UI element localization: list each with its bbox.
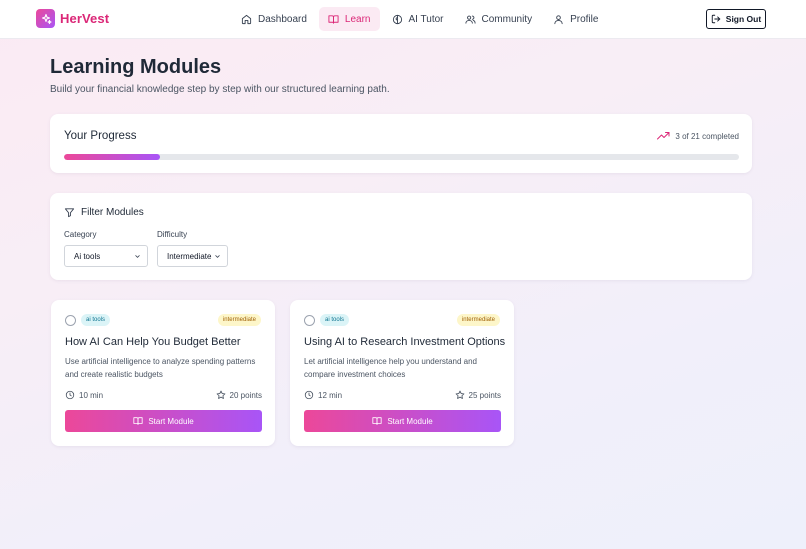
module-title: Using AI to Research Investment Options xyxy=(304,336,506,348)
sign-out-label: Sign Out xyxy=(725,14,762,24)
filter-title: Filter Modules xyxy=(64,207,144,218)
trending-up-icon xyxy=(657,132,670,140)
progress-status: 3 of 21 completed xyxy=(657,131,739,141)
users-icon xyxy=(464,15,476,24)
start-module-button[interactable]: Start Module xyxy=(304,410,501,432)
nav-label-profile: Profile xyxy=(570,13,599,25)
nav-item-learn[interactable]: Learn xyxy=(318,7,380,31)
difficulty-select[interactable]: Intermediate xyxy=(157,245,228,267)
sparkle-icon xyxy=(36,9,55,28)
book-icon xyxy=(328,14,339,24)
start-module-button[interactable]: Start Module xyxy=(65,410,262,432)
main-nav: Dashboard Learn AI Tutor Community Profi… xyxy=(232,7,610,31)
module-duration: 12 min xyxy=(304,390,342,400)
progress-card: Your Progress 3 of 21 completed xyxy=(50,114,752,173)
clock-icon xyxy=(65,390,75,400)
brand-logo[interactable]: HerVest xyxy=(36,9,109,28)
module-points-text: 25 points xyxy=(468,390,501,400)
module-description: Let artificial intelligence help you und… xyxy=(304,357,478,379)
page-title: Learning Modules xyxy=(50,56,222,78)
category-select[interactable]: Ai tools xyxy=(64,245,148,267)
sign-out-button[interactable]: Sign Out xyxy=(706,9,766,29)
filter-card: Filter Modules Category Ai tools Difficu… xyxy=(50,193,752,280)
start-module-label: Start Module xyxy=(387,416,433,426)
nav-label-learn: Learn xyxy=(344,13,371,25)
nav-label-dashboard: Dashboard xyxy=(258,13,307,25)
home-icon xyxy=(241,14,252,24)
brand-name: HerVest xyxy=(60,11,110,26)
module-duration: 10 min xyxy=(65,390,103,400)
nav-item-dashboard[interactable]: Dashboard xyxy=(232,7,316,31)
clock-icon xyxy=(304,390,314,400)
progress-bar-fill xyxy=(64,154,161,160)
nav-item-profile[interactable]: Profile xyxy=(544,7,607,31)
book-icon xyxy=(133,417,143,425)
filter-title-text: Filter Modules xyxy=(81,207,144,218)
module-duration-text: 12 min xyxy=(318,390,343,400)
progress-title: Your Progress xyxy=(64,130,137,142)
brain-icon xyxy=(392,14,402,24)
start-module-label: Start Module xyxy=(148,416,194,426)
module-meta: 10 min 20 points xyxy=(65,390,262,400)
progress-status-text: 3 of 21 completed xyxy=(675,131,739,141)
category-select-value: Ai tools xyxy=(74,251,101,261)
nav-item-community[interactable]: Community xyxy=(456,7,542,31)
book-icon xyxy=(372,417,382,425)
module-meta: 12 min 25 points xyxy=(304,390,501,400)
difficulty-badge: intermediate xyxy=(456,314,500,326)
nav-item-ai-tutor[interactable]: AI Tutor xyxy=(383,7,453,31)
filter-icon xyxy=(64,208,75,218)
chevron-down-icon xyxy=(135,254,140,258)
nav-label-community: Community xyxy=(481,13,533,25)
module-description: Use artificial intelligence to analyze s… xyxy=(65,357,256,379)
module-duration-text: 10 min xyxy=(79,390,104,400)
top-nav-bar: HerVest Dashboard Learn AI Tutor Communi… xyxy=(0,0,806,39)
star-icon xyxy=(455,390,464,399)
module-complete-toggle[interactable] xyxy=(304,315,315,326)
log-out-icon xyxy=(711,14,720,24)
nav-label-ai-tutor: AI Tutor xyxy=(408,13,444,25)
module-complete-toggle[interactable] xyxy=(65,315,76,326)
difficulty-label: Difficulty xyxy=(157,230,188,239)
star-icon xyxy=(216,390,225,399)
category-badge: ai tools xyxy=(81,314,111,326)
category-badge: ai tools xyxy=(320,314,350,326)
difficulty-select-value: Intermediate xyxy=(167,251,212,261)
module-title: How AI Can Help You Budget Better xyxy=(65,336,241,348)
module-card: ai tools intermediate Using AI to Resear… xyxy=(290,300,514,446)
module-points-text: 20 points xyxy=(229,390,262,400)
chevron-down-icon xyxy=(215,254,220,258)
module-points: 20 points xyxy=(216,390,262,400)
module-card: ai tools intermediate How AI Can Help Yo… xyxy=(51,300,275,446)
module-points: 25 points xyxy=(455,390,501,400)
page-subtitle: Build your financial knowledge step by s… xyxy=(50,84,390,95)
progress-bar xyxy=(64,154,739,160)
category-label: Category xyxy=(64,230,97,239)
difficulty-badge: intermediate xyxy=(217,314,261,326)
user-icon xyxy=(554,14,563,24)
